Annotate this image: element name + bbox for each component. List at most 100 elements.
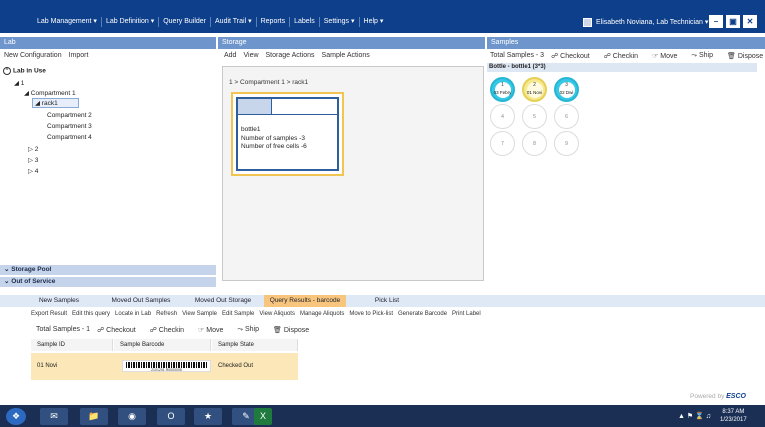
- results-move-button[interactable]: ☞ Move: [198, 326, 230, 334]
- storage-actions-button[interactable]: Storage Actions: [266, 52, 315, 59]
- tab-pick-list[interactable]: Pick List: [346, 295, 428, 307]
- tree-item-1[interactable]: ◢ 1: [14, 79, 24, 87]
- app-icon[interactable]: ★: [194, 408, 222, 425]
- checkin-label: Checkin: [158, 326, 185, 334]
- cell-sample-id: 01 Novi: [37, 363, 58, 369]
- clock-time: 8:37 AM: [722, 409, 745, 415]
- move-label: Move: [206, 326, 224, 334]
- menu-settings[interactable]: Settings ▾: [320, 17, 360, 27]
- menu-query-builder[interactable]: Query Builder: [159, 17, 212, 27]
- bottle-card-header-cell: [238, 99, 272, 114]
- out-of-service-section[interactable]: ⌄ Out of Service: [0, 277, 216, 287]
- file-explorer-icon[interactable]: 📁: [80, 408, 108, 425]
- sample-cell-8[interactable]: 8: [522, 131, 547, 156]
- sample-cell-7[interactable]: 7: [490, 131, 515, 156]
- sample-actions-button[interactable]: Sample Actions: [322, 52, 370, 59]
- column-header-sample-state[interactable]: Sample State: [212, 339, 298, 351]
- results-checkout-button[interactable]: ☍ Checkout: [97, 326, 143, 334]
- results-dispose-button[interactable]: 🗑 Dispose: [273, 326, 316, 334]
- menu-audit-trail[interactable]: Audit Trail ▾: [211, 17, 257, 27]
- main-menu: Lab Management ▾ Lab Definition ▾ Query …: [33, 16, 387, 28]
- cell-label: 02 Dwi: [559, 90, 574, 95]
- tree-item-compartment-4[interactable]: Compartment 4: [47, 134, 92, 141]
- tab-new-samples[interactable]: New Samples: [18, 295, 100, 307]
- storage-toolbar: Add View Storage Actions Sample Actions: [224, 49, 377, 62]
- manage-aliquots-link[interactable]: Manage Aliquots: [300, 311, 344, 317]
- edit-query-link[interactable]: Edit this query: [72, 311, 110, 317]
- cell-number: 9: [565, 141, 568, 147]
- view-sample-link[interactable]: View Sample: [182, 311, 217, 317]
- move-button[interactable]: ☞ Move: [652, 52, 684, 60]
- bottle-free-cells: Number of free cells -6: [241, 143, 307, 150]
- cell-label: 01 Novi: [526, 90, 543, 95]
- refresh-link[interactable]: Refresh: [156, 311, 177, 317]
- total-samples-count: Total Samples - 3: [490, 52, 545, 59]
- results-checkin-button[interactable]: ☍ Checkin: [150, 326, 191, 334]
- tree-item-4[interactable]: ▷ 4: [28, 167, 38, 175]
- tab-moved-out-storage[interactable]: Moved Out Storage: [182, 295, 264, 307]
- storage-pool-section[interactable]: ⌄ Storage Pool: [0, 265, 216, 275]
- start-button[interactable]: ❖: [6, 408, 26, 425]
- samples-toolbar: Total Samples - 3 ☍ Checkout ☍ Checkin ☞…: [490, 49, 765, 62]
- lab-in-use-node[interactable]: ⌃ Lab in Use: [3, 67, 46, 75]
- menu-lab-definition[interactable]: Lab Definition ▾: [102, 17, 160, 27]
- firefox-icon[interactable]: ◉: [118, 408, 146, 425]
- rack-item-bottle1[interactable]: bottle1 Number of samples -3 Number of f…: [231, 92, 344, 176]
- sample-cell-1[interactable]: 1 03 Febry: [490, 77, 515, 102]
- powered-by: Powered by ESCO: [690, 393, 746, 400]
- sample-cell-9[interactable]: 9: [554, 131, 579, 156]
- locate-in-lab-link[interactable]: Locate in Lab: [115, 311, 151, 317]
- sample-cell-2[interactable]: 2 01 Novi: [522, 77, 547, 102]
- minimize-button[interactable]: –: [709, 15, 723, 28]
- sample-cell-5[interactable]: 5: [522, 104, 547, 129]
- tree-item-3[interactable]: ▷ 3: [28, 156, 38, 164]
- checkin-button[interactable]: ☍ Checkin: [604, 52, 645, 60]
- results-ship-button[interactable]: ⤳ Ship: [237, 326, 266, 334]
- column-header-sample-barcode[interactable]: Sample Barcode: [114, 339, 211, 351]
- edit-sample-link[interactable]: Edit Sample: [222, 311, 254, 317]
- dispose-button[interactable]: 🗑 Dispose: [727, 52, 765, 60]
- outlook-icon[interactable]: ✉: [40, 408, 68, 425]
- tree-item-compartment-1[interactable]: ◢ Compartment 1: [24, 89, 76, 97]
- bottle-info: bottle1 Number of samples -3 Number of f…: [241, 126, 307, 152]
- checkout-button[interactable]: ☍ Checkout: [551, 52, 597, 60]
- user-menu[interactable]: Elisabeth Noviana, Lab Technician ▾: [583, 16, 708, 28]
- maximize-button[interactable]: ▣: [726, 15, 740, 28]
- excel-icon[interactable]: X: [254, 408, 272, 425]
- sample-cell-6[interactable]: 6: [554, 104, 579, 129]
- brand-logo: ESCO: [726, 393, 746, 400]
- tree-item-compartment-3[interactable]: Compartment 3: [47, 123, 92, 130]
- add-button[interactable]: Add: [224, 52, 236, 59]
- close-button[interactable]: ✕: [743, 15, 757, 28]
- menu-help[interactable]: Help ▾: [360, 17, 388, 27]
- menu-lab-management[interactable]: Lab Management ▾: [33, 17, 102, 27]
- system-tray[interactable]: ▲ ⚑ ⌛ ♫: [678, 412, 711, 420]
- import-button[interactable]: Import: [69, 52, 89, 59]
- opera-icon[interactable]: O: [157, 408, 185, 425]
- tree-item-2[interactable]: ▷ 2: [28, 145, 38, 153]
- view-aliquots-link[interactable]: View Aliquots: [259, 311, 295, 317]
- print-label-link[interactable]: Print Label: [452, 311, 481, 317]
- collapse-icon[interactable]: ⌃: [3, 67, 11, 75]
- tree-item-compartment-2[interactable]: Compartment 2: [47, 112, 92, 119]
- results-table: Sample ID Sample Barcode Sample State 01…: [31, 339, 759, 382]
- tab-query-results[interactable]: Query Results - barcode: [264, 295, 346, 307]
- generate-barcode-link[interactable]: Generate Barcode: [398, 311, 447, 317]
- clock-date: 1/23/2017: [720, 417, 747, 423]
- tree-item-rack1[interactable]: ◢ rack1: [32, 98, 79, 108]
- system-clock[interactable]: 8:37 AM 1/23/2017: [720, 408, 747, 424]
- tab-moved-out-samples[interactable]: Moved Out Samples: [100, 295, 182, 307]
- ship-button[interactable]: ⤳ Ship: [691, 52, 720, 60]
- ship-label: Ship: [244, 325, 259, 333]
- export-result-link[interactable]: Export Result: [31, 311, 67, 317]
- column-header-sample-id[interactable]: Sample ID: [31, 339, 113, 351]
- menu-labels[interactable]: Labels: [290, 17, 320, 27]
- bottle-sample-count: Number of samples -3: [241, 134, 305, 142]
- sample-cell-4[interactable]: 4: [490, 104, 515, 129]
- view-button[interactable]: View: [243, 52, 258, 59]
- new-configuration-button[interactable]: New Configuration: [4, 52, 62, 59]
- move-to-picklist-link[interactable]: Move to Pick-list: [349, 311, 393, 317]
- sample-cell-3[interactable]: 3 02 Dwi: [554, 77, 579, 102]
- menu-reports[interactable]: Reports: [257, 17, 291, 27]
- lab-pane-header: Lab: [0, 37, 216, 49]
